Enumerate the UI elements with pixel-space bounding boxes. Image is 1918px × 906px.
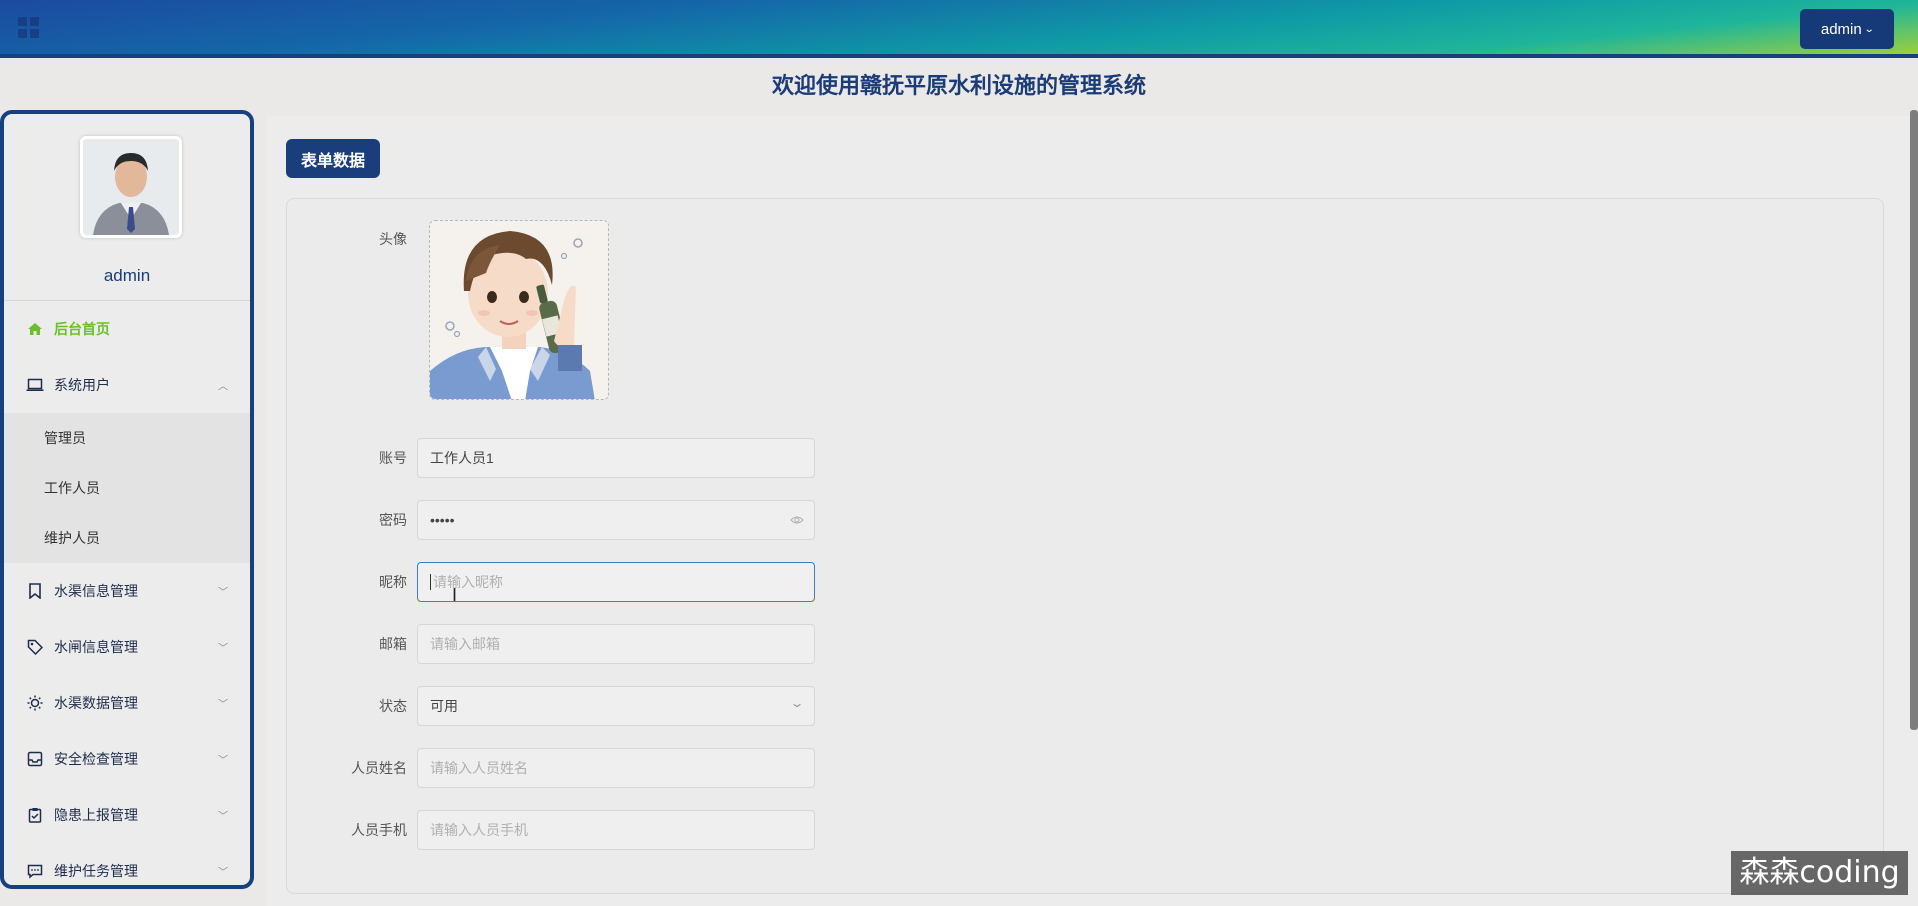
menu-grid-icon[interactable] (18, 17, 40, 39)
inbox-icon (26, 750, 44, 768)
sidebar-item-label: 水闸信息管理 (54, 639, 138, 655)
cartoon-avatar-image (430, 221, 608, 399)
main-content: 表单数据 头像 账号 工作人员1 密码 ••••• 昵称 请输入昵称 邮箱 请输… (266, 116, 1918, 906)
form-card: 头像 账号 工作人员1 密码 ••••• 昵称 请输入昵称 邮箱 请输入邮箱 状… (286, 198, 1884, 894)
home-icon (26, 320, 44, 338)
account-label: 账号 (379, 450, 407, 466)
chevron-down-icon: ⌄ (1863, 23, 1875, 35)
nickname-placeholder: 请输入昵称 (433, 574, 503, 590)
sidebar-item-canal-data[interactable]: 水渠数据管理 ﹀ (4, 675, 250, 731)
sidebar-item-label: 水渠信息管理 (54, 583, 138, 599)
sidebar-item-label: 后台首页 (54, 321, 110, 337)
avatar (80, 136, 182, 238)
person-phone-placeholder: 请输入人员手机 (430, 822, 528, 838)
account-row: 账号 工作人员1 (287, 438, 887, 478)
sidebar-item-label: 安全检查管理 (54, 751, 138, 767)
message-icon (26, 862, 44, 880)
chevron-up-icon: ︿ (218, 381, 228, 393)
password-value: ••••• (430, 512, 455, 528)
sidebar-item-maintenance-task[interactable]: 维护任务管理 ﹀ (4, 843, 250, 885)
user-menu-label: admin (1820, 20, 1862, 38)
chevron-down-icon: ﹀ (218, 755, 228, 767)
sidebar-item-system-users[interactable]: 系统用户 ︿ (4, 357, 250, 413)
sidebar-item-hazard-report[interactable]: 隐患上报管理 ﹀ (4, 787, 250, 843)
sidebar-submenu: 管理员 工作人员 维护人员 (4, 413, 250, 563)
sidebar-item-safety-check[interactable]: 安全检查管理 ﹀ (4, 731, 250, 787)
avatar-field-label: 头像 (379, 231, 407, 247)
chevron-down-icon: ﹀ (218, 587, 228, 599)
nickname-row: 昵称 请输入昵称 (287, 562, 887, 602)
sidebar-menu: 后台首页 系统用户 ︿ 管理员 工作人员 维护人员 水渠信息管理 ﹀ 水闸信息管… (4, 301, 250, 885)
sidebar-item-label: 隐患上报管理 (54, 807, 138, 823)
status-value: 可用 (430, 698, 458, 714)
sidebar-item-home[interactable]: 后台首页 (4, 301, 250, 357)
chevron-down-icon: ﹀ (218, 811, 228, 823)
clipboard-icon (26, 806, 44, 824)
text-caret (430, 574, 431, 590)
avatar-upload[interactable] (429, 220, 609, 400)
sidebar-subitem-admin[interactable]: 管理员 (4, 413, 250, 463)
user-menu-button[interactable]: admin ⌄ (1800, 9, 1894, 49)
status-select[interactable]: 可用 ⌄ (417, 686, 815, 726)
sidebar-subitem-maintainer[interactable]: 维护人员 (4, 513, 250, 563)
nickname-label: 昵称 (379, 574, 407, 590)
sidebar-subitem-staff[interactable]: 工作人员 (4, 463, 250, 513)
eye-icon[interactable] (790, 513, 804, 527)
sun-icon (26, 694, 44, 712)
sidebar-username: admin (103, 266, 151, 285)
top-bar: admin ⌄ (0, 0, 1918, 58)
page-title: 欢迎使用赣抚平原水利设施的管理系统 (771, 73, 1146, 98)
sidebar-item-label: 系统用户 (54, 377, 110, 393)
person-phone-row: 人员手机 请输入人员手机 (287, 810, 887, 850)
chevron-down-icon: ﹀ (218, 699, 228, 711)
password-field[interactable]: ••••• (417, 500, 815, 540)
sidebar-item-canal-info[interactable]: 水渠信息管理 ﹀ (4, 563, 250, 619)
text-cursor-icon: I (452, 585, 458, 605)
password-row: 密码 ••••• (287, 500, 887, 540)
tag-icon (26, 638, 44, 656)
account-field[interactable]: 工作人员1 (417, 438, 815, 478)
status-row: 状态 可用 ⌄ (287, 686, 887, 726)
email-row: 邮箱 请输入邮箱 (287, 624, 887, 664)
nickname-field[interactable]: 请输入昵称 (417, 562, 815, 602)
sidebar-item-sluice-info[interactable]: 水闸信息管理 ﹀ (4, 619, 250, 675)
form-data-button[interactable]: 表单数据 (286, 139, 380, 178)
laptop-icon (26, 376, 44, 394)
email-field[interactable]: 请输入邮箱 (417, 624, 815, 664)
person-phone-field[interactable]: 请输入人员手机 (417, 810, 815, 850)
email-label: 邮箱 (379, 636, 407, 652)
chevron-down-icon: ﹀ (218, 867, 228, 879)
person-name-placeholder: 请输入人员姓名 (430, 760, 528, 776)
person-name-row: 人员姓名 请输入人员姓名 (287, 748, 887, 788)
sidebar-item-label: 维护任务管理 (54, 863, 138, 879)
page-scrollbar[interactable] (1910, 110, 1918, 730)
sidebar: admin 后台首页 系统用户 ︿ 管理员 工作人员 维护人员 水渠信息管理 ﹀ (0, 110, 254, 889)
person-phone-label: 人员手机 (351, 822, 407, 838)
watermark: 森森coding (1731, 851, 1908, 895)
password-label: 密码 (379, 512, 407, 528)
chevron-down-icon: ⌄ (789, 696, 805, 710)
person-name-field[interactable]: 请输入人员姓名 (417, 748, 815, 788)
avatar-photo (83, 139, 179, 235)
account-value: 工作人员1 (430, 450, 494, 466)
chevron-down-icon: ﹀ (218, 643, 228, 655)
person-name-label: 人员姓名 (351, 760, 407, 776)
sidebar-item-label: 水渠数据管理 (54, 695, 138, 711)
email-placeholder: 请输入邮箱 (430, 636, 500, 652)
bookmark-icon (26, 582, 44, 600)
status-label: 状态 (379, 698, 407, 714)
